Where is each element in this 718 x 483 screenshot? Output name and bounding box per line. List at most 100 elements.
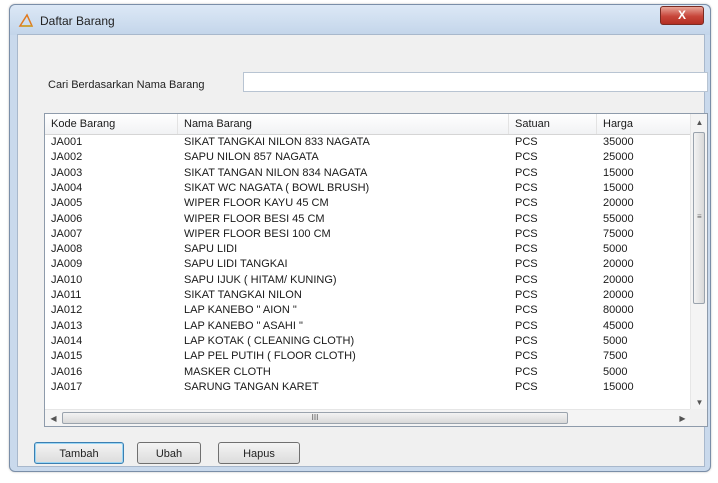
table-row[interactable]: JA015 LAP PEL PUTIH ( FLOOR CLOTH) PCS 7500 — [45, 349, 691, 364]
items-grid[interactable]: Kode Barang Nama Barang Satuan Harga JA0… — [44, 113, 708, 427]
column-header-kode[interactable]: Kode Barang — [45, 114, 178, 134]
cell-harga[interactable]: 7500 — [597, 349, 691, 364]
cell-nama[interactable]: LAP PEL PUTIH ( FLOOR CLOTH) — [178, 349, 509, 364]
cell-kode[interactable]: JA012 — [45, 303, 178, 318]
cell-kode[interactable]: JA006 — [45, 212, 178, 227]
table-row[interactable]: JA013 LAP KANEBO " ASAHI " PCS 45000 — [45, 319, 691, 334]
cell-harga[interactable]: 15000 — [597, 380, 691, 395]
cell-kode[interactable]: JA016 — [45, 365, 178, 380]
column-header-satuan[interactable]: Satuan — [509, 114, 597, 134]
arrow-left-icon[interactable]: ◀ — [45, 410, 62, 426]
vertical-scroll-thumb[interactable]: ≡ — [693, 132, 705, 304]
cell-nama[interactable]: MASKER CLOTH — [178, 365, 509, 380]
title-bar[interactable]: Daftar Barang X — [10, 5, 710, 35]
cell-nama[interactable]: SAPU NILON 857 NAGATA — [178, 150, 509, 165]
cell-satuan[interactable]: PCS — [509, 319, 597, 334]
arrow-up-icon[interactable]: ▲ — [691, 114, 707, 131]
table-row[interactable]: JA002 SAPU NILON 857 NAGATA PCS 25000 — [45, 150, 691, 165]
cell-satuan[interactable]: PCS — [509, 365, 597, 380]
cell-harga[interactable]: 20000 — [597, 273, 691, 288]
table-row[interactable]: JA005 WIPER FLOOR KAYU 45 CM PCS 20000 — [45, 196, 691, 211]
close-button[interactable]: X — [660, 6, 704, 25]
cell-harga[interactable]: 15000 — [597, 181, 691, 196]
table-row[interactable]: JA004 SIKAT WC NAGATA ( BOWL BRUSH) PCS 150… — [45, 181, 691, 196]
cell-harga[interactable]: 20000 — [597, 196, 691, 211]
table-row[interactable]: JA014 LAP KOTAK ( CLEANING CLOTH) PCS 5000 — [45, 334, 691, 349]
cell-kode[interactable]: JA013 — [45, 319, 178, 334]
cell-kode[interactable]: JA010 — [45, 273, 178, 288]
cell-harga[interactable]: 5000 — [597, 242, 691, 257]
cell-kode[interactable]: JA002 — [45, 150, 178, 165]
cell-kode[interactable]: JA008 — [45, 242, 178, 257]
cell-satuan[interactable]: PCS — [509, 150, 597, 165]
delete-button[interactable]: Hapus — [218, 442, 300, 464]
vertical-scrollbar[interactable]: ▲ ≡ ▼ — [690, 114, 707, 411]
cell-nama[interactable]: SAPU IJUK ( HITAM/ KUNING) — [178, 273, 509, 288]
table-row[interactable]: JA010 SAPU IJUK ( HITAM/ KUNING) PCS 20000 — [45, 273, 691, 288]
cell-kode[interactable]: JA017 — [45, 380, 178, 395]
cell-harga[interactable]: 15000 — [597, 166, 691, 181]
table-row[interactable]: JA003 SIKAT TANGAN NILON 834 NAGATA PCS 150… — [45, 166, 691, 181]
cell-nama[interactable]: SAPU LIDI — [178, 242, 509, 257]
cell-satuan[interactable]: PCS — [509, 257, 597, 272]
table-row[interactable]: JA017 SARUNG TANGAN KARET PCS 15000 — [45, 380, 691, 395]
cell-nama[interactable]: WIPER FLOOR BESI 45 CM — [178, 212, 509, 227]
cell-kode[interactable]: JA005 — [45, 196, 178, 211]
horizontal-scroll-thumb[interactable]: III — [62, 412, 568, 424]
cell-harga[interactable]: 20000 — [597, 257, 691, 272]
cell-harga[interactable]: 5000 — [597, 365, 691, 380]
cell-nama[interactable]: SARUNG TANGAN KARET — [178, 380, 509, 395]
cell-satuan[interactable]: PCS — [509, 135, 597, 150]
cell-satuan[interactable]: PCS — [509, 288, 597, 303]
table-row[interactable]: JA011 SIKAT TANGKAI NILON PCS 20000 — [45, 288, 691, 303]
cell-satuan[interactable]: PCS — [509, 242, 597, 257]
table-row[interactable]: JA006 WIPER FLOOR BESI 45 CM PCS 55000 — [45, 212, 691, 227]
cell-kode[interactable]: JA009 — [45, 257, 178, 272]
cell-nama[interactable]: LAP KOTAK ( CLEANING CLOTH) — [178, 334, 509, 349]
cell-nama[interactable]: SIKAT WC NAGATA ( BOWL BRUSH) — [178, 181, 509, 196]
table-row[interactable]: JA007 WIPER FLOOR BESI 100 CM PCS 75000 — [45, 227, 691, 242]
table-row[interactable]: JA012 LAP KANEBO " AION " PCS 80000 — [45, 303, 691, 318]
cell-satuan[interactable]: PCS — [509, 349, 597, 364]
cell-harga[interactable]: 55000 — [597, 212, 691, 227]
cell-nama[interactable]: WIPER FLOOR BESI 100 CM — [178, 227, 509, 242]
table-row[interactable]: JA001 SIKAT TANGKAI NILON 833 NAGATA PCS 35… — [45, 135, 691, 150]
cell-nama[interactable]: SIKAT TANGAN NILON 834 NAGATA — [178, 166, 509, 181]
cell-nama[interactable]: LAP KANEBO " AION " — [178, 303, 509, 318]
arrow-right-icon[interactable]: ▶ — [674, 410, 691, 426]
table-row[interactable]: JA008 SAPU LIDI PCS 5000 — [45, 242, 691, 257]
horizontal-scrollbar[interactable]: ◀ III ▶ — [45, 409, 691, 426]
table-row[interactable]: JA016 MASKER CLOTH PCS 5000 — [45, 365, 691, 380]
cell-kode[interactable]: JA001 — [45, 135, 178, 150]
cell-satuan[interactable]: PCS — [509, 227, 597, 242]
table-row[interactable]: JA009 SAPU LIDI TANGKAI PCS 20000 — [45, 257, 691, 272]
edit-button[interactable]: Ubah — [137, 442, 201, 464]
column-header-harga[interactable]: Harga — [597, 114, 691, 134]
cell-nama[interactable]: WIPER FLOOR KAYU 45 CM — [178, 196, 509, 211]
cell-harga[interactable]: 45000 — [597, 319, 691, 334]
cell-kode[interactable]: JA015 — [45, 349, 178, 364]
cell-harga[interactable]: 25000 — [597, 150, 691, 165]
cell-harga[interactable]: 5000 — [597, 334, 691, 349]
column-header-nama[interactable]: Nama Barang — [178, 114, 509, 134]
cell-satuan[interactable]: PCS — [509, 334, 597, 349]
cell-kode[interactable]: JA003 — [45, 166, 178, 181]
cell-harga[interactable]: 80000 — [597, 303, 691, 318]
cell-satuan[interactable]: PCS — [509, 303, 597, 318]
cell-kode[interactable]: JA014 — [45, 334, 178, 349]
cell-kode[interactable]: JA007 — [45, 227, 178, 242]
cell-nama[interactable]: SAPU LIDI TANGKAI — [178, 257, 509, 272]
cell-nama[interactable]: LAP KANEBO " ASAHI " — [178, 319, 509, 334]
add-button[interactable]: Tambah — [34, 442, 124, 464]
cell-satuan[interactable]: PCS — [509, 166, 597, 181]
cell-harga[interactable]: 20000 — [597, 288, 691, 303]
cell-nama[interactable]: SIKAT TANGKAI NILON — [178, 288, 509, 303]
cell-satuan[interactable]: PCS — [509, 273, 597, 288]
cell-satuan[interactable]: PCS — [509, 212, 597, 227]
cell-satuan[interactable]: PCS — [509, 380, 597, 395]
cell-kode[interactable]: JA011 — [45, 288, 178, 303]
cell-satuan[interactable]: PCS — [509, 196, 597, 211]
cell-kode[interactable]: JA004 — [45, 181, 178, 196]
search-input[interactable] — [243, 72, 708, 92]
cell-harga[interactable]: 75000 — [597, 227, 691, 242]
